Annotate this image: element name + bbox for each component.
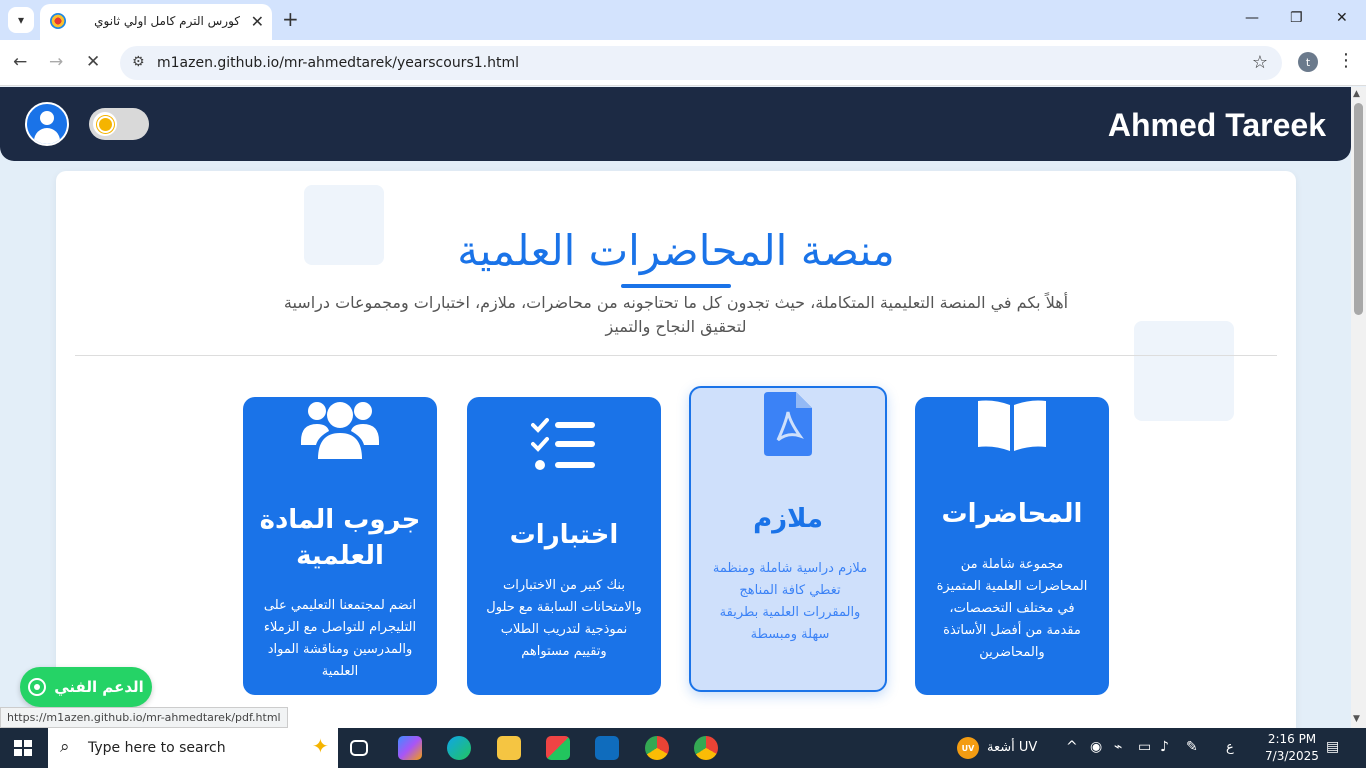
support-label: الدعم الفني bbox=[54, 678, 144, 696]
page-scrollbar[interactable]: ▲ ▼ bbox=[1351, 87, 1366, 728]
store-icon[interactable] bbox=[546, 736, 570, 760]
copilot-sparkle-icon: ✦ bbox=[312, 734, 329, 758]
decorative-square bbox=[1134, 321, 1234, 421]
pen-icon[interactable]: ✎ bbox=[1186, 739, 1198, 755]
browser-tab-active[interactable]: كورس الترم كامل اولي ثانوي ✕ bbox=[40, 4, 272, 40]
card-lectures[interactable]: المحاضرات مجموعة شاملة من المحاضرات العل… bbox=[915, 397, 1109, 695]
page-title: منصة المحاضرات العلمية bbox=[457, 226, 895, 275]
weather-text[interactable]: أشعة UV bbox=[987, 740, 1037, 755]
browser-toolbar: ← → ✕ ⚙ m1azen.github.io/mr-ahmedtarek/y… bbox=[0, 40, 1366, 86]
card-title: جروب المادة العلمية bbox=[259, 505, 421, 571]
card-tests[interactable]: اختبارات بنك كبير من الاختبارات والامتحا… bbox=[467, 397, 661, 695]
restore-button[interactable]: ❐ bbox=[1290, 10, 1303, 26]
stop-loading-button[interactable]: ✕ bbox=[86, 52, 100, 72]
title-underline bbox=[621, 284, 731, 288]
card-title: المحاضرات bbox=[941, 499, 1083, 529]
edge-browser-icon[interactable] bbox=[447, 736, 471, 760]
notifications-icon[interactable]: ▤ bbox=[1326, 739, 1339, 755]
page-viewport: Ahmed Tareek منصة المحاضرات العلمية أهلا… bbox=[0, 87, 1351, 728]
browser-tabstrip: ▾ كورس الترم كامل اولي ثانوي ✕ + — ❐ ✕ bbox=[0, 0, 1366, 40]
windows-taskbar: ⌕ Type here to search ✦ UV أشعة UV ^ ◉ ⌁… bbox=[0, 728, 1366, 768]
clock[interactable]: 2:16 PM 7/3/2025 bbox=[1262, 731, 1322, 765]
tab-close-icon[interactable]: ✕ bbox=[251, 12, 264, 31]
chrome-app-icon-2[interactable] bbox=[694, 736, 718, 760]
display-icon[interactable]: ▭ bbox=[1138, 739, 1151, 755]
profile-avatar[interactable]: t bbox=[1298, 52, 1318, 72]
whatsapp-icon bbox=[28, 678, 47, 696]
tab-title: كورس الترم كامل اولي ثانوي bbox=[94, 14, 240, 28]
new-tab-button[interactable]: + bbox=[282, 7, 299, 31]
volume-icon[interactable]: ♪ bbox=[1160, 739, 1169, 755]
taskbar-search[interactable]: ⌕ Type here to search ✦ bbox=[48, 728, 338, 768]
chrome-favicon-icon bbox=[50, 13, 66, 29]
card-description: بنك كبير من الاختبارات والامتحانات الساب… bbox=[486, 578, 642, 659]
task-view-icon[interactable] bbox=[350, 740, 368, 756]
file-explorer-icon[interactable] bbox=[497, 736, 521, 760]
chrome-menu-icon[interactable]: ⋮ bbox=[1337, 50, 1355, 71]
scroll-down-icon[interactable]: ▼ bbox=[1353, 714, 1360, 724]
link-preview-status: https://m1azen.github.io/mr-ahmedtarek/p… bbox=[0, 707, 288, 728]
minimize-button[interactable]: — bbox=[1245, 10, 1259, 26]
bookmark-star-icon[interactable]: ☆ bbox=[1252, 52, 1268, 73]
address-bar[interactable]: ⚙ m1azen.github.io/mr-ahmedtarek/yearsco… bbox=[120, 46, 1282, 80]
pdf-file-icon bbox=[691, 392, 885, 456]
card-title: اختبارات bbox=[509, 520, 619, 550]
network-icon[interactable]: ⌁ bbox=[1114, 739, 1122, 755]
sun-icon bbox=[93, 112, 117, 136]
user-avatar-icon[interactable] bbox=[25, 102, 69, 146]
search-icon: ⌕ bbox=[60, 737, 70, 757]
card-description: مجموعة شاملة من المحاضرات العلمية المتمي… bbox=[936, 557, 1088, 660]
book-icon bbox=[915, 399, 1109, 453]
card-description: انضم لمجتمعنا التعليمي على التليجرام للت… bbox=[263, 598, 417, 679]
brand-name[interactable]: Ahmed Tareek bbox=[1108, 107, 1326, 144]
back-button[interactable]: ← bbox=[13, 52, 27, 72]
card-title: ملازم bbox=[753, 504, 823, 534]
card-description: ملازم دراسية شاملة ومنظمة تغطي كافة المن… bbox=[712, 561, 868, 642]
close-window-button[interactable]: ✕ bbox=[1336, 10, 1348, 26]
tab-search-button[interactable]: ▾ bbox=[8, 7, 34, 33]
content-panel: منصة المحاضرات العلمية أهلاً بكم في المن… bbox=[56, 171, 1296, 728]
site-header: Ahmed Tareek bbox=[0, 87, 1351, 161]
search-placeholder: Type here to search bbox=[88, 740, 226, 756]
input-language[interactable]: ع bbox=[1226, 740, 1234, 755]
card-notes[interactable]: ملازم ملازم دراسية شاملة ومنظمة تغطي كاف… bbox=[689, 386, 887, 692]
clock-date: 7/3/2025 bbox=[1265, 749, 1319, 763]
scroll-thumb[interactable] bbox=[1354, 103, 1363, 315]
show-hidden-icons[interactable]: ^ bbox=[1066, 739, 1078, 755]
url-text[interactable]: m1azen.github.io/mr-ahmedtarek/yearscour… bbox=[157, 55, 519, 71]
card-group[interactable]: جروب المادة العلمية انضم لمجتمعنا التعلي… bbox=[243, 397, 437, 695]
support-button[interactable]: الدعم الفني bbox=[20, 667, 152, 707]
checklist-icon bbox=[467, 417, 661, 473]
clock-time: 2:16 PM bbox=[1267, 732, 1317, 746]
outlook-icon[interactable] bbox=[595, 736, 619, 760]
weather-uv-icon[interactable]: UV bbox=[957, 737, 979, 759]
meet-icon[interactable]: ◉ bbox=[1090, 739, 1102, 755]
windows-start-icon[interactable] bbox=[14, 740, 32, 756]
page-subtitle: أهلاً بكم في المنصة التعليمية المتكاملة،… bbox=[283, 293, 1069, 336]
site-info-icon[interactable]: ⚙ bbox=[132, 54, 145, 70]
divider bbox=[75, 355, 1277, 356]
chrome-app-icon[interactable] bbox=[645, 736, 669, 760]
copilot-app-icon[interactable] bbox=[398, 736, 422, 760]
scroll-up-icon[interactable]: ▲ bbox=[1353, 89, 1360, 99]
forward-button[interactable]: → bbox=[49, 52, 63, 72]
users-icon bbox=[243, 399, 437, 459]
theme-toggle[interactable] bbox=[89, 108, 149, 140]
